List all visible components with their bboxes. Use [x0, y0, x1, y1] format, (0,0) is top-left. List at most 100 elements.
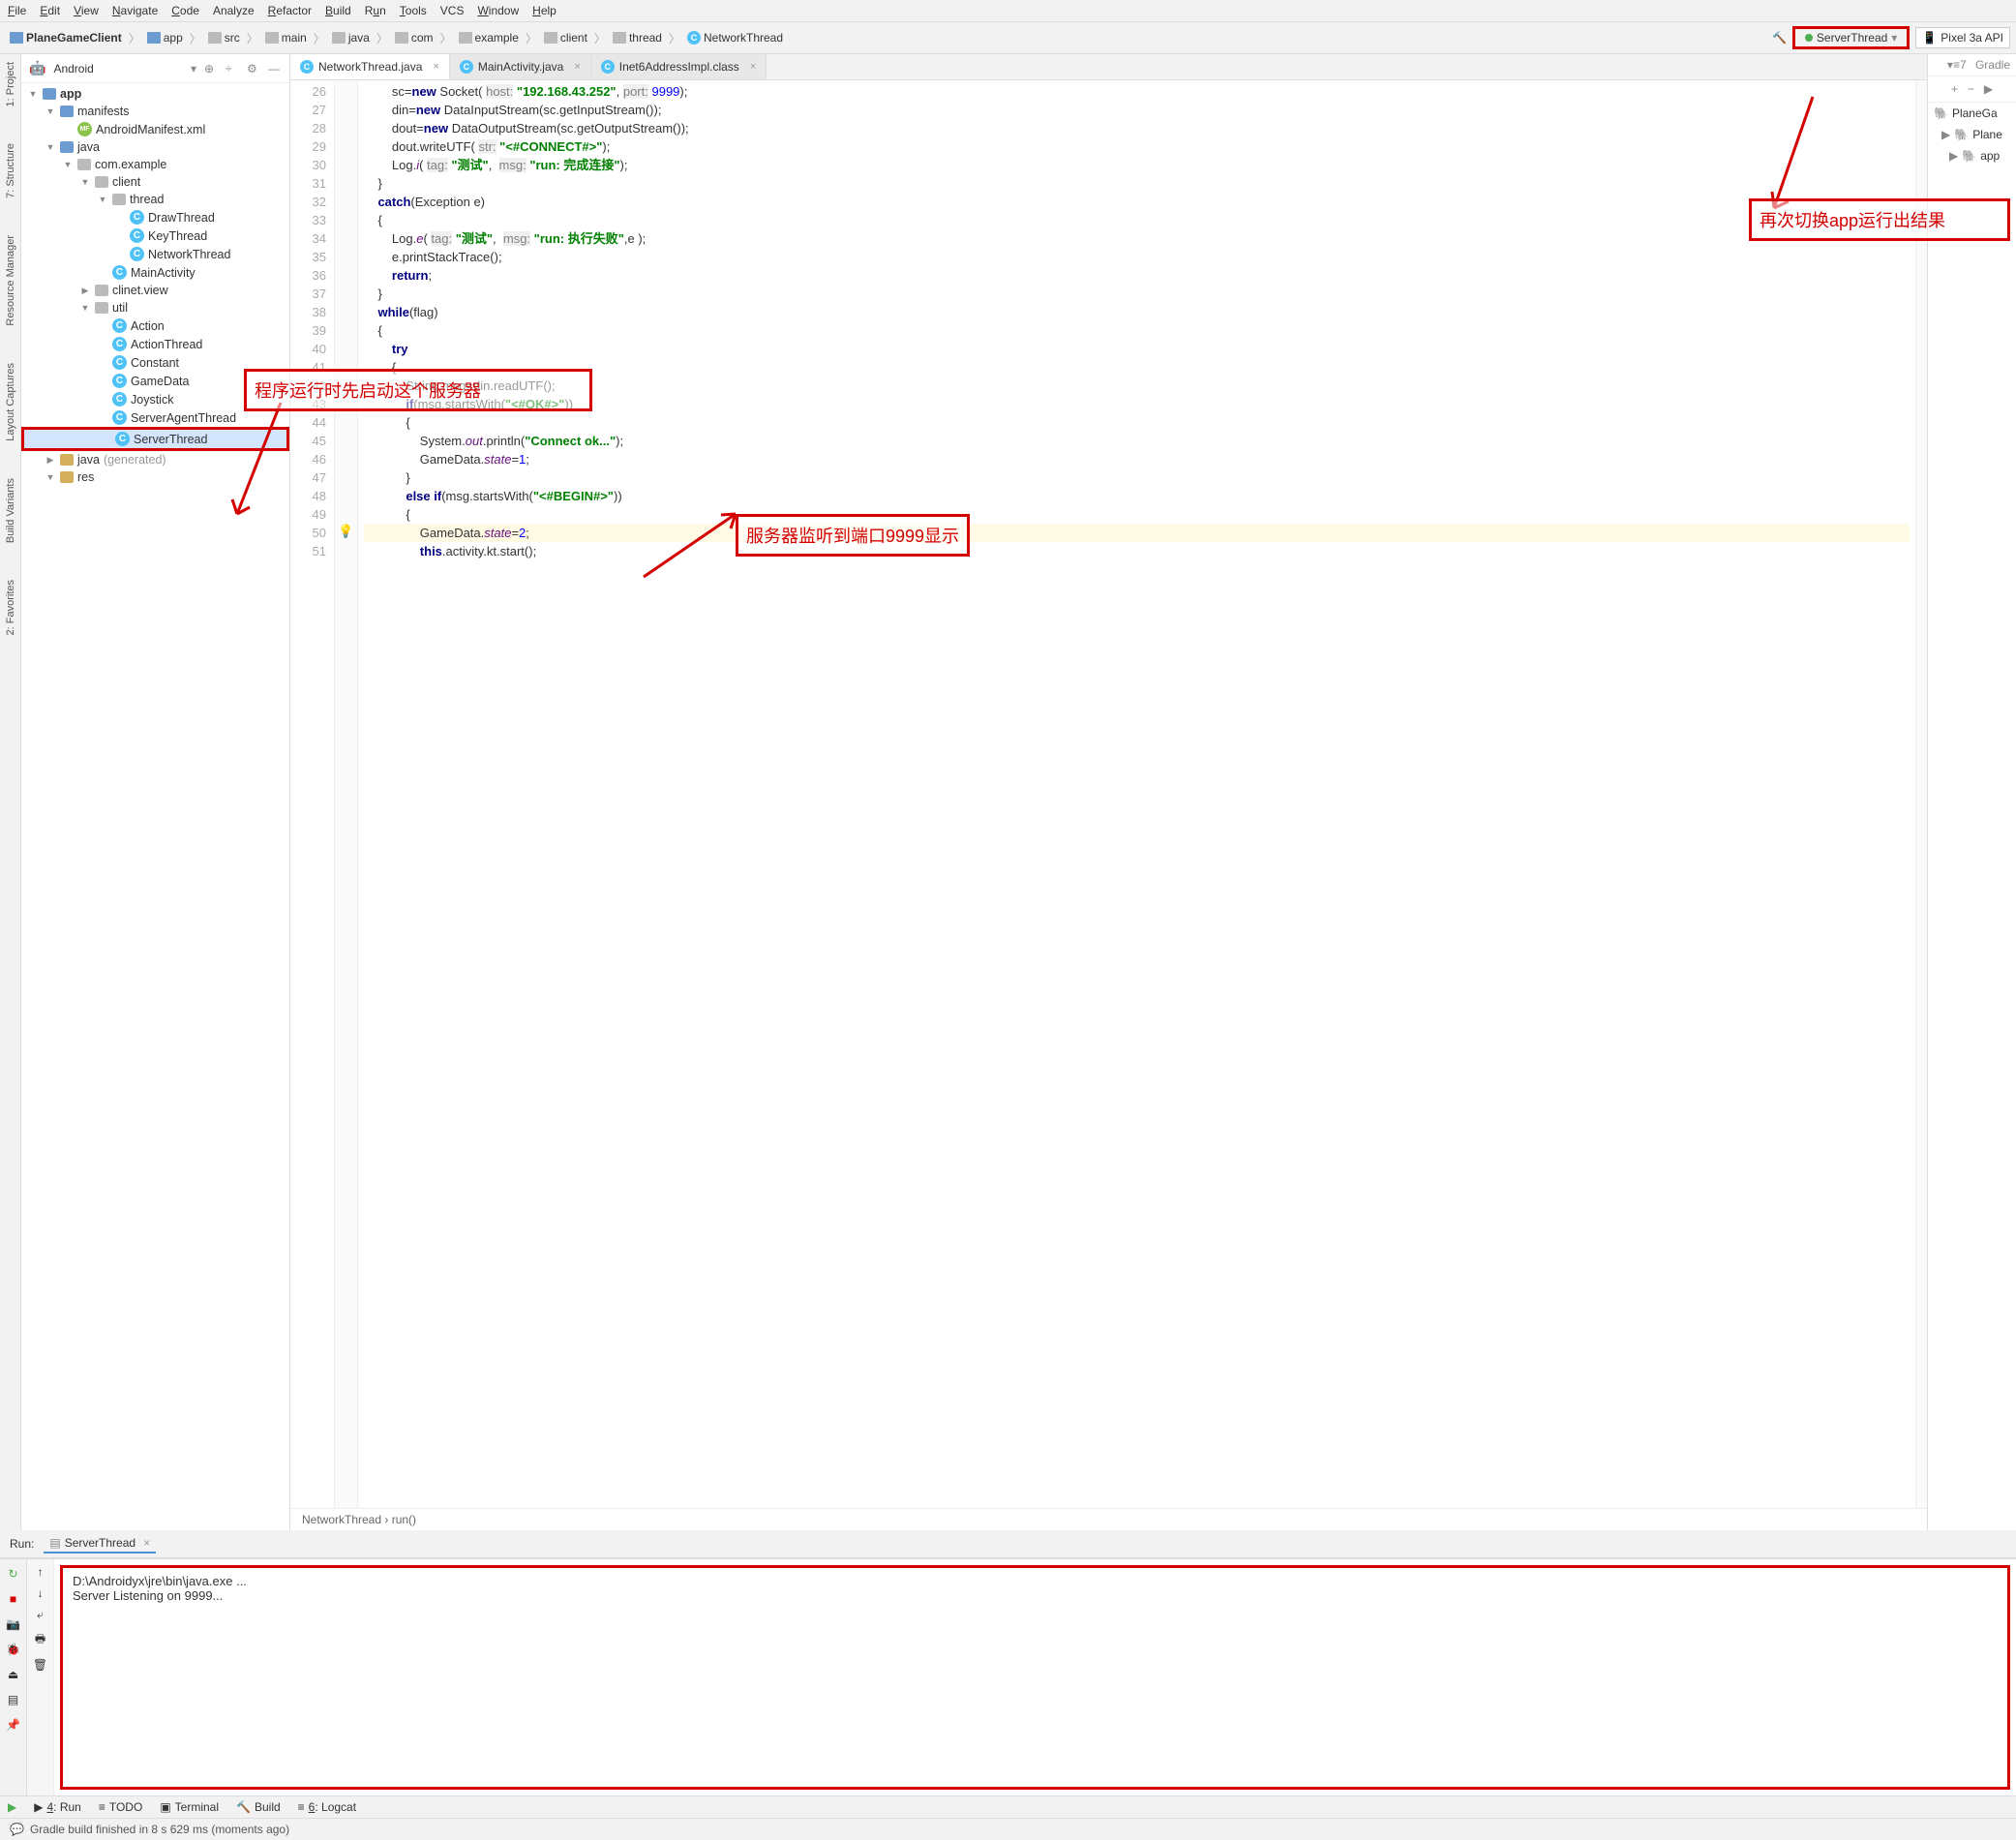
code-line[interactable]: {	[364, 211, 1910, 229]
menu-tools[interactable]: Tools	[400, 4, 427, 17]
run-output[interactable]: D:\Androidyx\jre\bin\java.exe ...Server …	[60, 1565, 2010, 1790]
menu-build[interactable]: Build	[325, 4, 351, 17]
editor-tab-inet6addressimpl-class[interactable]: CInet6AddressImpl.class×	[591, 54, 767, 79]
tree-node-java[interactable]: ▶java (generated)	[21, 451, 289, 468]
tree-node-mainactivity[interactable]: CMainActivity	[21, 263, 289, 282]
breadcrumb-item[interactable]: PlaneGameClient	[6, 29, 126, 46]
chevron-right-icon[interactable]: ▶	[1984, 82, 1993, 96]
menu-code[interactable]: Code	[171, 4, 199, 17]
bulb-icon[interactable]: 💡	[338, 524, 353, 539]
code-line[interactable]: {	[364, 358, 1910, 377]
code-line[interactable]: return;	[364, 266, 1910, 285]
code-line[interactable]: dout.writeUTF( str: "<#CONNECT#>");	[364, 137, 1910, 156]
expand-arrow-icon[interactable]: ▼	[79, 303, 91, 313]
code-line[interactable]: e.printStackTrace();	[364, 248, 1910, 266]
code-line[interactable]: {	[364, 413, 1910, 432]
tree-node-res[interactable]: ▼res	[21, 468, 289, 486]
breadcrumb-item[interactable]: example	[455, 29, 523, 46]
gradle-item[interactable]: ▶🐘Plane	[1928, 124, 2016, 145]
menu-file[interactable]: File	[8, 4, 26, 17]
tree-node-keythread[interactable]: CKeyThread	[21, 226, 289, 245]
expand-arrow-icon[interactable]: ▼	[62, 160, 74, 169]
dropdown-arrow-icon[interactable]: ▾	[191, 62, 196, 75]
tree-node-joystick[interactable]: CJoystick	[21, 390, 289, 408]
bottom-tab-terminal[interactable]: ▣Terminal	[160, 1800, 219, 1814]
tree-node-action[interactable]: CAction	[21, 317, 289, 335]
tree-node-com-example[interactable]: ▼com.example	[21, 156, 289, 173]
stop-icon[interactable]: ■	[5, 1590, 22, 1608]
tool-tab-7-structure[interactable]: 7: Structure	[3, 139, 18, 202]
breadcrumb-item[interactable]: java	[328, 29, 374, 46]
bottom-tab-todo[interactable]: ≡TODO	[99, 1800, 142, 1814]
close-icon[interactable]: ×	[574, 61, 580, 73]
divide-icon[interactable]: ÷	[226, 62, 239, 75]
menu-window[interactable]: Window	[477, 4, 519, 17]
gear-icon[interactable]: ⚙	[247, 62, 260, 75]
tool-tab-layout-captures[interactable]: Layout Captures	[3, 359, 18, 445]
tree-node-manifests[interactable]: ▼manifests	[21, 103, 289, 120]
code-line[interactable]: while(flag)	[364, 303, 1910, 321]
gradle-item[interactable]: 🐘PlaneGa	[1928, 103, 2016, 124]
breadcrumb-item[interactable]: CNetworkThread	[683, 29, 787, 46]
breadcrumb-item[interactable]: src	[204, 29, 244, 46]
project-tree[interactable]: ▼app▼manifestsMFAndroidManifest.xml▼java…	[21, 83, 289, 1530]
target-icon[interactable]: ⊕	[204, 62, 218, 75]
breadcrumb-item[interactable]: app	[143, 29, 187, 46]
code-line[interactable]: System.out.println("Connect ok...");	[364, 432, 1910, 450]
tree-node-app[interactable]: ▼app	[21, 85, 289, 103]
expand-arrow-icon[interactable]: ▼	[27, 89, 39, 99]
menu-vcs[interactable]: VCS	[440, 4, 465, 17]
code-line[interactable]: String msg=din.readUTF();	[364, 377, 1910, 395]
filter-indicator[interactable]: ▾≡7	[1947, 58, 1967, 72]
tree-node-constant[interactable]: CConstant	[21, 353, 289, 372]
expand-arrow-icon[interactable]: ▼	[45, 472, 56, 482]
menu-view[interactable]: View	[74, 4, 99, 17]
expand-arrow-icon[interactable]: ▼	[45, 142, 56, 152]
code-line[interactable]: Log.i( tag: "测试", msg: "run: 完成连接");	[364, 156, 1910, 174]
device-selector[interactable]: 📱 Pixel 3a API	[1915, 27, 2010, 48]
tool-tab-resource-manager[interactable]: Resource Manager	[3, 231, 18, 330]
menu-edit[interactable]: Edit	[40, 4, 60, 17]
code-line[interactable]: }	[364, 174, 1910, 193]
tool-tab-build-variants[interactable]: Build Variants	[3, 474, 18, 547]
close-icon[interactable]: ×	[143, 1536, 150, 1550]
menu-help[interactable]: Help	[532, 4, 557, 17]
expand-arrow-icon[interactable]: ▼	[97, 195, 108, 204]
expand-arrow-icon[interactable]: ▶	[79, 286, 91, 296]
code-line[interactable]: try	[364, 340, 1910, 358]
print-icon[interactable]: 🖶	[35, 1630, 45, 1650]
tree-node-actionthread[interactable]: CActionThread	[21, 335, 289, 353]
up-icon[interactable]: ↑	[38, 1565, 44, 1579]
build-hammer-icon[interactable]: 🔨	[1772, 31, 1787, 45]
tree-node-client[interactable]: ▼client	[21, 173, 289, 191]
run-tab[interactable]: ▤ ServerThread ×	[44, 1534, 156, 1553]
code-line[interactable]: dout=new DataOutputStream(sc.getOutputSt…	[364, 119, 1910, 137]
trash-icon[interactable]: 🗑	[33, 1658, 47, 1672]
breadcrumb-item[interactable]: thread	[609, 29, 666, 46]
menu-refactor[interactable]: Refactor	[268, 4, 312, 17]
breadcrumb-item[interactable]: com	[391, 29, 437, 46]
rerun-icon[interactable]: ↻	[5, 1565, 22, 1583]
code-line[interactable]: if(msg.startsWith("<#OK#>"))	[364, 395, 1910, 413]
tool-tab-2-favorites[interactable]: 2: Favorites	[3, 576, 18, 639]
code-line[interactable]: {	[364, 505, 1910, 524]
gradle-item[interactable]: ▶🐘app	[1928, 145, 2016, 166]
tree-node-androidmanifest-xml[interactable]: MFAndroidManifest.xml	[21, 120, 289, 138]
tree-node-gamedata[interactable]: CGameData	[21, 372, 289, 390]
bottom-tab-4-run[interactable]: ▶4: Run	[34, 1800, 81, 1814]
code-content[interactable]: sc=new Socket( host: "192.168.43.252", p…	[358, 80, 1915, 1508]
code-line[interactable]: }	[364, 468, 1910, 487]
exit-icon[interactable]: ⏏	[5, 1666, 22, 1683]
tree-node-thread[interactable]: ▼thread	[21, 191, 289, 208]
close-icon[interactable]: ×	[750, 61, 756, 73]
code-line[interactable]: sc=new Socket( host: "192.168.43.252", p…	[364, 82, 1910, 101]
tree-node-clinet-view[interactable]: ▶clinet.view	[21, 282, 289, 299]
tree-node-serverthread[interactable]: CServerThread	[21, 427, 289, 451]
tree-node-java[interactable]: ▼java	[21, 138, 289, 156]
code-line[interactable]: GameData.state=2;	[364, 524, 1910, 542]
tree-node-drawthread[interactable]: CDrawThread	[21, 208, 289, 226]
tree-node-serveragentthread[interactable]: CServerAgentThread	[21, 408, 289, 427]
tree-node-util[interactable]: ▼util	[21, 299, 289, 317]
add-icon[interactable]: +	[1951, 82, 1958, 96]
minimize-icon[interactable]: —	[268, 62, 282, 75]
